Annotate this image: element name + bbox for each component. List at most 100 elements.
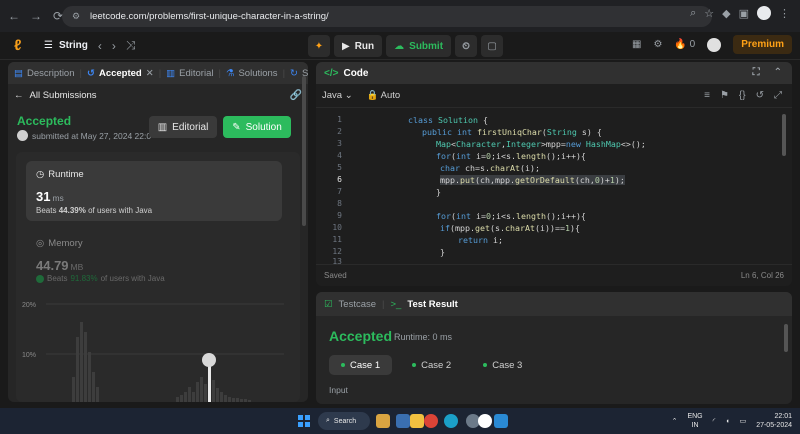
editorial-button[interactable]: ▥ Editorial (149, 116, 217, 138)
solution-button[interactable]: ✎ Solution (223, 116, 291, 138)
volume-icon[interactable]: ◖ (725, 418, 729, 425)
stats-card: ◷ Runtime 31 ms Beats 44.39% of users with… (16, 152, 300, 402)
runtime-value: 31 ms (36, 189, 64, 204)
chrome-icon[interactable] (424, 414, 438, 428)
doc-icon: ▤ (14, 67, 23, 79)
fullscreen-icon[interactable]: ⤢ (774, 90, 782, 101)
expand-icon[interactable]: ⛶ (753, 67, 760, 78)
zoom-icon[interactable]: ⌕ (690, 7, 696, 20)
vscode-icon[interactable] (494, 414, 508, 428)
editor-scrollbar[interactable] (782, 114, 786, 156)
left-scrollbar[interactable] (302, 76, 306, 226)
widgets-icon[interactable] (376, 414, 390, 428)
submit-button[interactable]: ☁ Submit (386, 35, 452, 57)
tab-testcase[interactable]: Testcase (339, 299, 377, 310)
profile-avatar[interactable] (757, 6, 771, 20)
result-scrollbar[interactable] (784, 324, 788, 352)
shuffle-icon[interactable]: ⤨ (126, 38, 136, 53)
extension-icon[interactable]: ◆ (722, 7, 730, 20)
code-icon: </> (324, 67, 339, 79)
status-accepted: Accepted (17, 114, 72, 128)
distribution-chart: 20% 10% (22, 302, 284, 402)
layout-icon[interactable]: ▦ (632, 39, 641, 50)
collapse-icon[interactable]: ⌃ (774, 67, 782, 78)
forward-icon[interactable]: → (28, 8, 44, 24)
format-icon[interactable]: ≡ (704, 90, 710, 101)
close-tab-icon[interactable]: ✕ (146, 68, 154, 79)
puzzle-icon[interactable]: ▣ (739, 7, 749, 20)
edit-icon: ✎ (232, 121, 241, 133)
streak-value: 0 (689, 39, 696, 50)
timer-icon[interactable]: ⏲ (455, 35, 478, 57)
histogram-bars (72, 322, 251, 402)
cursor-position: Ln 6, Col 26 (740, 271, 784, 280)
github-icon[interactable] (478, 414, 492, 428)
save-status: Saved (324, 271, 347, 280)
braces-icon[interactable]: {} (739, 90, 746, 101)
avatar (17, 130, 28, 141)
problem-list-button[interactable]: ☰ String (44, 40, 88, 51)
language-indicator[interactable]: ENG IN (687, 412, 702, 430)
submission-panel: ▤ Description | ↺ Accepted ✕ | ▥ Editorial |… (8, 62, 308, 402)
settings-icon[interactable]: ⚙ (653, 39, 662, 50)
input-label: Input (329, 385, 348, 395)
battery-icon[interactable]: ▭ (740, 417, 747, 425)
user-avatar[interactable] (707, 37, 722, 52)
address-bar[interactable]: ⚙ leetcode.com/problems/first-unique-cha… (62, 6, 712, 27)
notes-icon[interactable]: ▢ (481, 35, 504, 57)
result-tabs: ☑ Testcase | >_ Test Result (316, 292, 792, 316)
reset-icon[interactable]: ↺ (756, 90, 764, 101)
problem-list-label: String (58, 40, 88, 51)
editor-header: </> Code ⛶ ⌃ (316, 62, 792, 84)
tab-accepted[interactable]: ↺ Accepted ✕ (87, 68, 154, 79)
wifi-icon[interactable]: ◜ (713, 417, 716, 425)
star-icon[interactable]: ☆ (704, 7, 714, 20)
site-settings-icon[interactable]: ⚙ (72, 11, 84, 23)
bookmark-icon[interactable]: ⚑ (720, 90, 729, 101)
premium-button[interactable]: Premium (733, 35, 792, 54)
menu-icon[interactable]: ⋮ (779, 7, 790, 20)
windows-taskbar: ⌕ Search ⌃ ENG IN ◜ ◖ ▭ 22:01 27-05-2024 (0, 408, 800, 434)
search-icon: ⌕ (326, 417, 330, 424)
tab-test-result[interactable]: Test Result (407, 299, 458, 310)
debug-icon[interactable]: ✦ (308, 35, 330, 57)
chart-label-20: 20% (22, 302, 36, 309)
edge-icon[interactable] (444, 414, 458, 428)
memory-box[interactable]: ◎ Memory 44.79 MB Beats 91.83% of users wi… (26, 234, 282, 294)
windows-start-icon[interactable] (298, 415, 310, 427)
tab-editorial[interactable]: ▥ Editorial (166, 68, 213, 79)
language-select[interactable]: Java ⌄ (322, 90, 353, 101)
clock[interactable]: 22:01 27-05-2024 (756, 412, 792, 430)
next-problem-icon[interactable]: › (112, 39, 116, 53)
leetcode-logo-icon[interactable]: ℓ (14, 37, 28, 54)
result-status: Accepted (329, 328, 393, 344)
folder-icon[interactable] (410, 414, 424, 428)
taskbar-search[interactable]: ⌕ Search (318, 412, 370, 430)
share-link-icon[interactable]: 🔗 (290, 90, 302, 101)
file-explorer-icon[interactable] (396, 414, 410, 428)
memory-label: Memory (48, 238, 83, 249)
left-tabs: ▤ Description | ↺ Accepted ✕ | ▥ Editorial |… (8, 62, 308, 84)
tab-solutions[interactable]: ⚗ Solutions (226, 68, 278, 79)
case-1-tab[interactable]: Case 1 (329, 355, 393, 375)
prev-problem-icon[interactable]: ‹ (98, 39, 102, 53)
code-area[interactable]: 1 2 3 4 5 6 7 8 9 10 11 12 13 class Solu… (316, 111, 792, 266)
chevron-up-icon[interactable]: ⌃ (672, 417, 678, 425)
run-button[interactable]: ▶ Run (334, 35, 383, 57)
case-3-tab[interactable]: Case 3 (471, 355, 534, 375)
runtime-box[interactable]: ◷ Runtime 31 ms Beats 44.39% of users with… (26, 161, 282, 221)
all-submissions-link[interactable]: ← All Submissions 🔗 (8, 84, 308, 106)
arrow-left-icon: ← (14, 89, 24, 101)
lock-icon: 🔒 (366, 90, 379, 101)
clock-icon: ◷ (36, 169, 45, 180)
autosave-mode[interactable]: 🔒 Auto (367, 90, 401, 101)
runtime-label: Runtime (48, 169, 84, 180)
editor-toolbar: Java ⌄ 🔒 Auto ≡ ⚑ {} ↺ ⤢ (316, 84, 792, 108)
check-box-icon: ☑ (324, 298, 333, 310)
case-tabs: Case 1 Case 2 Case 3 (329, 355, 534, 375)
back-icon[interactable]: ← (6, 8, 22, 24)
tab-description[interactable]: ▤ Description (14, 68, 75, 79)
case-2-tab[interactable]: Case 2 (400, 355, 463, 375)
streak-counter[interactable]: 🔥 0 (674, 39, 695, 50)
browser-toolbar: ← → ⟳ ⚙ leetcode.com/problems/first-uniq… (0, 0, 800, 32)
